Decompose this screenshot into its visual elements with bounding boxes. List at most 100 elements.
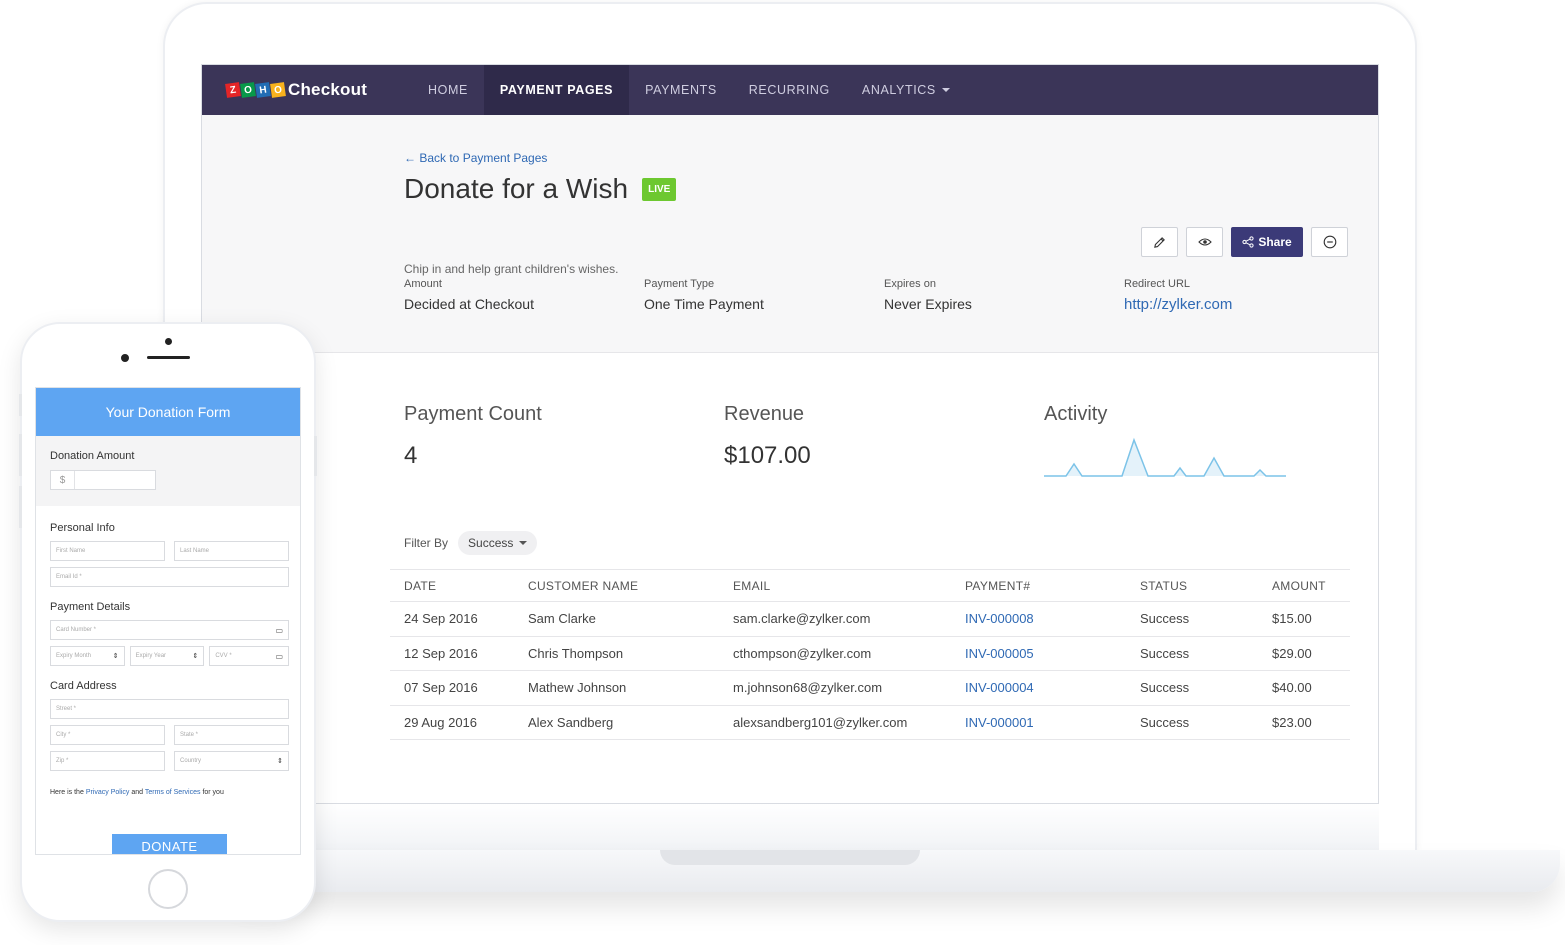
- table-row[interactable]: 07 Sep 2016 Mathew Johnson m.johnson68@z…: [390, 671, 1350, 706]
- customer-cell: Sam Clarke: [528, 611, 596, 627]
- payment-details-label: Payment Details: [50, 601, 131, 613]
- info-label: Amount: [404, 278, 442, 290]
- phone-side-button: [314, 436, 317, 476]
- policy-note: Here is the Privacy Policy and Terms of …: [36, 789, 300, 796]
- logo-letter: O: [270, 82, 286, 98]
- logo-letter: H: [255, 82, 271, 98]
- payment-link[interactable]: INV-000004: [965, 680, 1140, 695]
- card-icon: ▭: [275, 651, 283, 661]
- edit-button[interactable]: [1141, 227, 1178, 257]
- payment-link[interactable]: INV-000005: [965, 646, 1140, 661]
- activity-stat: Activity: [1044, 403, 1286, 485]
- card-address-label: Card Address: [50, 680, 117, 692]
- donation-form-screen: Your Donation Form Donation Amount $ Per…: [35, 387, 301, 855]
- date-cell: 07 Sep 2016: [404, 680, 478, 696]
- card-icon: ▭: [275, 625, 283, 635]
- share-button[interactable]: Share: [1231, 227, 1303, 257]
- expiry-year-select[interactable]: Expiry Year ⇕: [129, 646, 205, 666]
- status-cell: Success: [1140, 611, 1190, 627]
- status-cell: Success: [1140, 645, 1190, 661]
- share-label: Share: [1258, 235, 1292, 249]
- back-to-payment-pages-link[interactable]: ← Back to Payment Pages: [404, 151, 547, 165]
- privacy-policy-link[interactable]: Privacy Policy: [86, 789, 130, 796]
- pencil-icon: [1154, 236, 1165, 248]
- terms-of-service-link[interactable]: Terms of Services: [145, 789, 201, 796]
- column-header[interactable]: STATUS: [1140, 579, 1272, 593]
- email-cell: m.johnson68@zylker.com: [733, 680, 883, 696]
- status-cell: Success: [1140, 680, 1190, 696]
- zip-field[interactable]: Zip *: [50, 751, 165, 771]
- policy-and: and: [131, 789, 144, 796]
- preview-button[interactable]: [1186, 227, 1223, 257]
- card-number-field[interactable]: Card Number * ▭: [50, 620, 289, 640]
- last-name-field[interactable]: Last Name: [174, 541, 289, 561]
- select-arrows-icon: ⇕: [112, 653, 119, 660]
- first-name-field[interactable]: First Name: [50, 541, 165, 561]
- table-row[interactable]: 12 Sep 2016 Chris Thompson cthompson@zyl…: [390, 637, 1350, 672]
- filter-value: Success: [468, 536, 514, 550]
- column-header[interactable]: DATE: [390, 579, 528, 593]
- payment-count-stat: Payment Count 4: [404, 403, 542, 470]
- country-select[interactable]: Country ⇕: [174, 751, 289, 771]
- phone-camera: [165, 338, 172, 345]
- laptop-screen: Z O H O Checkout HOME PAYMENT PAGES PAYM…: [201, 64, 1379, 804]
- page-description: Chip in and help grant children's wishes…: [404, 262, 619, 276]
- minus-circle-icon: [1323, 235, 1336, 249]
- disable-button[interactable]: [1311, 227, 1348, 257]
- top-nav: Z O H O Checkout HOME PAYMENT PAGES PAYM…: [202, 65, 1378, 115]
- eye-icon: [1197, 238, 1212, 246]
- street-field[interactable]: Street *: [50, 699, 289, 719]
- amount-cell: $29.00: [1272, 645, 1312, 661]
- stat-label: Activity: [1044, 403, 1108, 425]
- state-field[interactable]: State *: [174, 725, 289, 745]
- phone-home-button: [148, 869, 188, 909]
- expiry-month-select[interactable]: Expiry Month ⇕: [50, 646, 125, 666]
- redirect-url-link[interactable]: http://zylker.com: [1124, 296, 1232, 313]
- city-field[interactable]: City *: [50, 725, 165, 745]
- donation-amount-section: Donation Amount $: [36, 436, 300, 506]
- phone-side-button: [19, 394, 22, 416]
- payment-link[interactable]: INV-000001: [965, 715, 1140, 730]
- donate-button[interactable]: DONATE: [112, 834, 227, 854]
- customer-cell: Chris Thompson: [528, 645, 624, 661]
- cvv-field[interactable]: CVV * ▭: [209, 646, 289, 666]
- stat-label: Payment Count: [404, 403, 542, 425]
- card-address-section: Card Address Street * City * State * Zip…: [36, 680, 300, 771]
- email-field[interactable]: Email Id *: [50, 567, 289, 587]
- filter-bar: Filter By Success: [404, 531, 538, 555]
- caret-down-icon: [941, 88, 950, 92]
- amount-cell: $40.00: [1272, 680, 1312, 696]
- info-value: One Time Payment: [644, 296, 764, 312]
- payment-details-section: Payment Details Card Number * ▭ Expiry M…: [36, 601, 300, 666]
- info-redirect-url: Redirect URL http://zylker.com: [1124, 278, 1232, 313]
- email-cell: alexsandberg101@zylker.com: [733, 715, 908, 731]
- amount-cell: $23.00: [1272, 715, 1312, 731]
- column-header[interactable]: EMAIL: [733, 579, 965, 593]
- table-row[interactable]: 29 Aug 2016 Alex Sandberg alexsandberg10…: [390, 706, 1350, 741]
- select-arrows-icon: ⇕: [192, 653, 199, 660]
- column-header[interactable]: AMOUNT: [1272, 579, 1350, 593]
- stats-section: Payment Count 4 Revenue $107.00 Activity…: [202, 353, 1378, 555]
- payment-link[interactable]: INV-000008: [965, 611, 1140, 626]
- nav-payments[interactable]: PAYMENTS: [629, 65, 733, 115]
- caret-down-icon: [519, 541, 528, 545]
- donation-form-title: Your Donation Form: [36, 388, 300, 436]
- column-header[interactable]: CUSTOMER NAME: [528, 579, 733, 593]
- table-row[interactable]: 24 Sep 2016 Sam Clarke sam.clarke@zylker…: [390, 602, 1350, 637]
- phone-frame: Your Donation Form Donation Amount $ Per…: [19, 322, 317, 922]
- nav-analytics-label: ANALYTICS: [861, 83, 936, 97]
- nav-payment-pages[interactable]: PAYMENT PAGES: [483, 65, 630, 115]
- laptop-notch: [660, 850, 920, 865]
- info-label: Payment Type: [644, 278, 715, 290]
- nav-home[interactable]: HOME: [412, 65, 484, 115]
- column-header[interactable]: PAYMENT#: [965, 579, 1140, 593]
- nav-analytics[interactable]: ANALYTICS: [846, 65, 966, 115]
- nav-recurring[interactable]: RECURRING: [733, 65, 846, 115]
- logo-letter: Z: [225, 82, 241, 98]
- table-header: DATE CUSTOMER NAME EMAIL PAYMENT# STATUS…: [390, 569, 1350, 602]
- phone-sensor: [121, 354, 129, 362]
- info-label: Expires on: [884, 278, 936, 290]
- donation-amount-input[interactable]: $: [50, 470, 156, 490]
- status-filter-dropdown[interactable]: Success: [458, 531, 538, 555]
- zoho-checkout-logo[interactable]: Z O H O Checkout: [225, 80, 412, 100]
